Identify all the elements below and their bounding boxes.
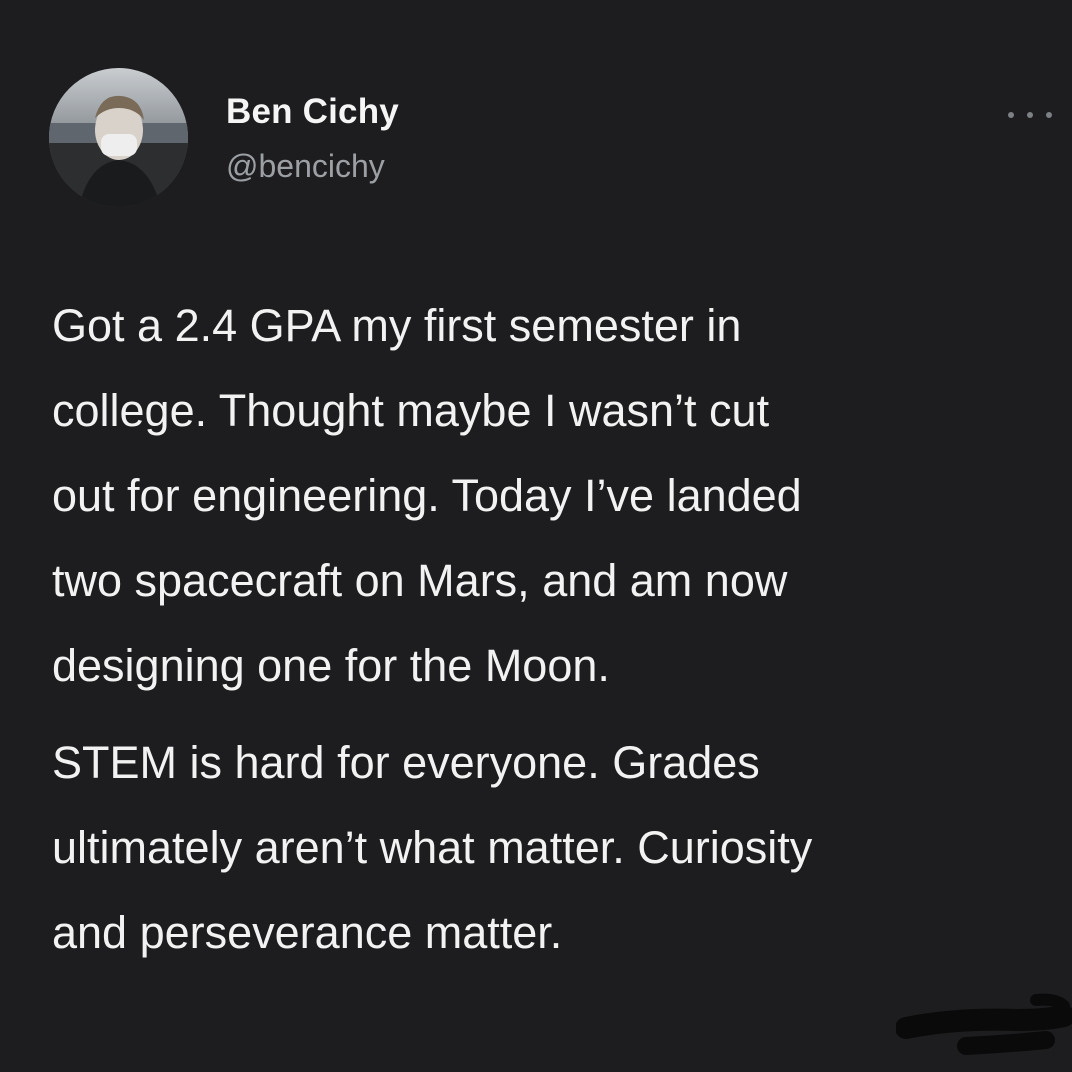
dot <box>1046 112 1052 118</box>
tweet-paragraph: Got a 2.4 GPA my first semester in colle… <box>52 283 1052 708</box>
tweet-line: out for engineering. Today I’ve landed <box>52 470 802 521</box>
tweet-text: Got a 2.4 GPA my first semester in colle… <box>52 283 1052 975</box>
tweet-line: and perseverance matter. <box>52 907 563 958</box>
tweet-line: designing one for the Moon. <box>52 640 610 691</box>
user-handle[interactable]: @bencichy <box>226 148 385 185</box>
dot <box>1027 112 1033 118</box>
avatar[interactable] <box>49 68 188 207</box>
redaction-scribble-icon <box>896 993 1072 1055</box>
more-options-icon[interactable] <box>1008 100 1052 130</box>
tweet-line: college. Thought maybe I wasn’t cut <box>52 385 770 436</box>
tweet-line: two spacecraft on Mars, and am now <box>52 555 788 606</box>
display-name[interactable]: Ben Cichy <box>226 92 399 132</box>
tweet-line: Got a 2.4 GPA my first semester in <box>52 300 742 351</box>
tweet-paragraph: STEM is hard for everyone. Grades ultima… <box>52 720 1052 975</box>
tweet-card: Ben Cichy @bencichy Got a 2.4 GPA my fir… <box>0 0 1072 1072</box>
dot <box>1008 112 1014 118</box>
profile-photo-icon <box>49 68 188 207</box>
tweet-line: ultimately aren’t what matter. Curiosity <box>52 822 813 873</box>
tweet-line: STEM is hard for everyone. Grades <box>52 737 760 788</box>
